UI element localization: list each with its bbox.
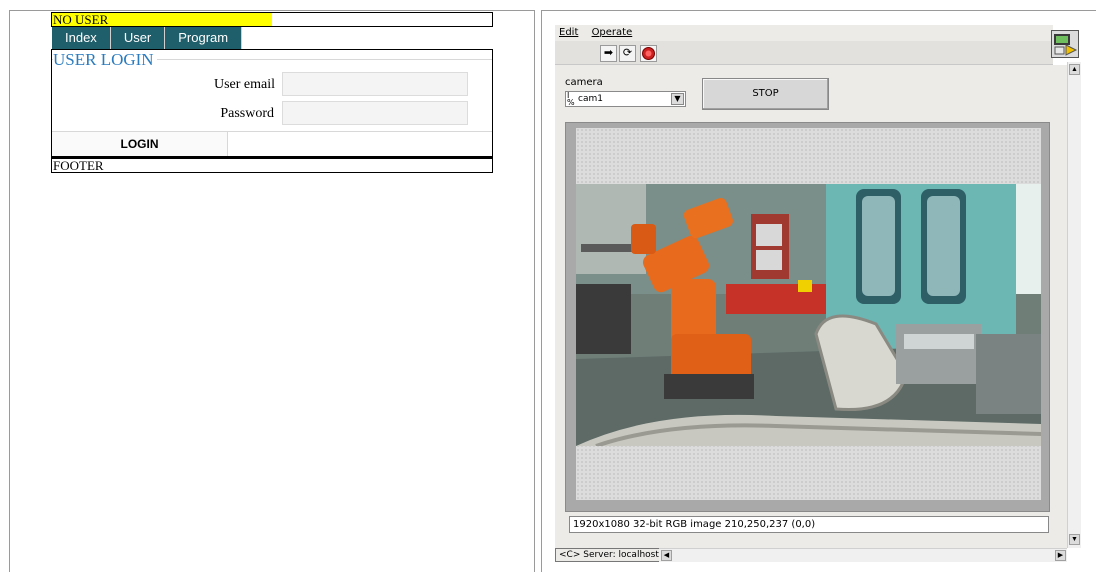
user-status: NO USER [52, 13, 272, 26]
login-button[interactable]: LOGIN [52, 132, 228, 156]
right-frame-top [541, 10, 1096, 11]
user-status-bar: NO USER [51, 12, 493, 27]
run-arrow-icon[interactable]: ➡ [600, 45, 617, 62]
right-frame-border [541, 10, 542, 572]
stop-button[interactable]: STOP [702, 78, 829, 110]
camera-image [576, 184, 1041, 446]
horizontal-scrollbar[interactable]: ◀ ▶ [659, 548, 1067, 562]
login-form: USER LOGIN User email Password LOGIN [51, 49, 493, 157]
menu-bar: Edit Operate [555, 25, 1053, 41]
tab-program[interactable]: Program [165, 27, 243, 49]
email-field[interactable] [282, 72, 468, 96]
menu-operate-label: Operate [591, 27, 633, 38]
nav-tabs: Index User Program [52, 27, 493, 49]
scroll-left-icon[interactable]: ◀ [661, 550, 672, 561]
left-frame-top [9, 10, 534, 11]
menu-edit[interactable]: Edit [559, 27, 578, 38]
camera-label: camera [565, 77, 603, 88]
left-frame-border [9, 10, 10, 572]
scroll-up-icon[interactable]: ▲ [1069, 64, 1080, 75]
login-title: USER LOGIN [53, 50, 157, 69]
scroll-down-icon[interactable]: ▼ [1069, 534, 1080, 545]
menu-edit-label: Edit [559, 27, 579, 38]
abort-icon[interactable] [640, 45, 657, 62]
password-label: Password [220, 106, 274, 121]
camera-value: cam1 [578, 94, 603, 104]
image-info-bar: 1920x1080 32-bit RGB image 210,250,237 (… [569, 516, 1049, 533]
web-app: NO USER Index User Program USER LOGIN Us… [51, 12, 493, 173]
camera-select[interactable]: I% cam1 ▼ [565, 91, 686, 107]
server-label: <C> Server: localhost [555, 548, 663, 562]
vi-icon [1051, 30, 1079, 58]
password-field[interactable] [282, 101, 468, 125]
run-continuous-icon[interactable]: ⟳ [619, 45, 636, 62]
menu-operate[interactable]: Operate [592, 27, 633, 38]
left-frame-divider [534, 10, 535, 572]
chevron-down-icon[interactable]: ▼ [671, 93, 684, 105]
io-name-icon: I% [567, 91, 575, 107]
email-label: User email [213, 77, 275, 92]
toolbar: ➡ ⟳ [555, 41, 1053, 65]
footer: FOOTER [51, 157, 493, 173]
scroll-right-icon[interactable]: ▶ [1055, 550, 1066, 561]
tab-user[interactable]: User [110, 27, 166, 49]
tab-index[interactable]: Index [52, 27, 111, 49]
vertical-scrollbar[interactable]: ▲ ▼ [1067, 62, 1081, 548]
